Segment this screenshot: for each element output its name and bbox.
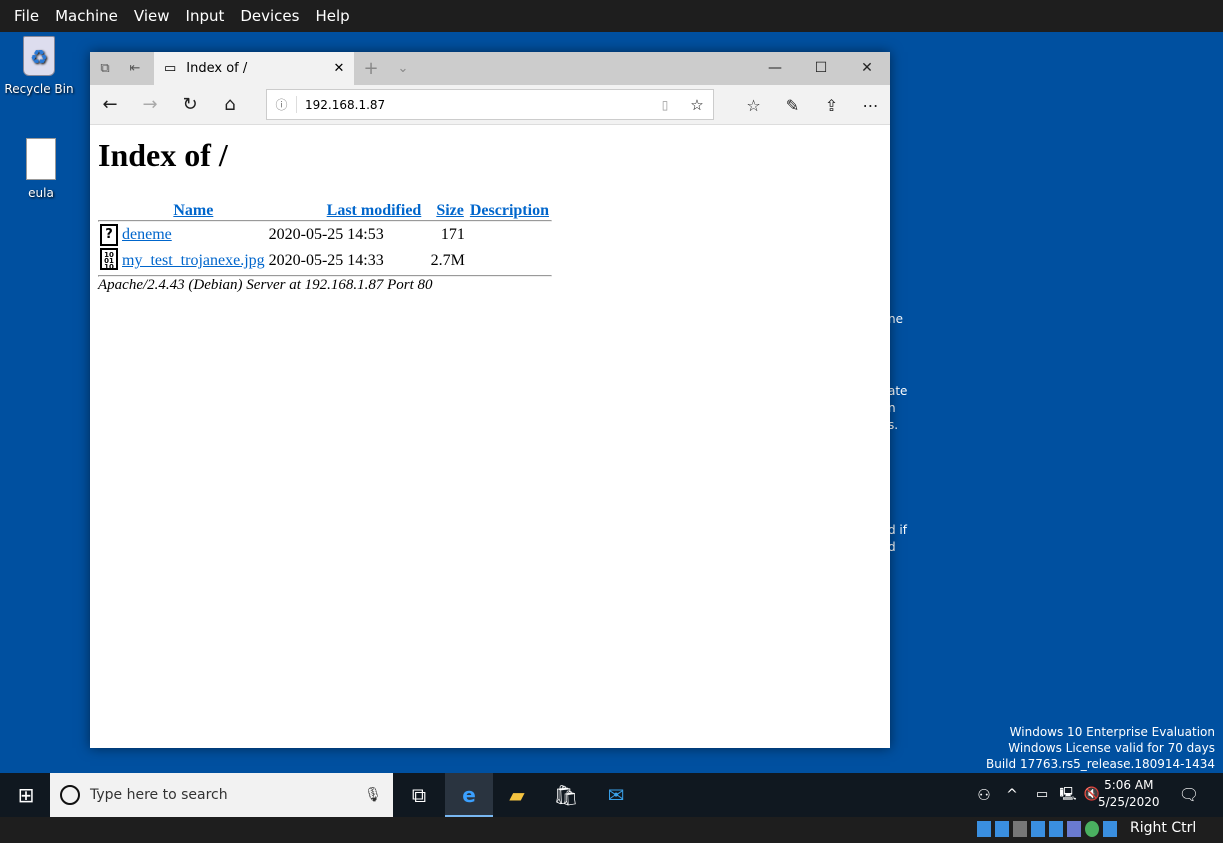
new-tab-icon[interactable]: + (356, 58, 386, 79)
hard-disk-icon[interactable] (977, 821, 991, 837)
forward-icon[interactable]: → (130, 94, 170, 115)
maximize-icon[interactable]: ☐ (798, 52, 844, 85)
battery-icon[interactable]: ▭ (1030, 773, 1054, 817)
shared-folder-icon[interactable] (1013, 821, 1027, 837)
vm-menubar: File Machine View Input Devices Help (0, 0, 1223, 32)
start-windows-icon[interactable]: ⊞ (2, 773, 50, 817)
tab-bar: ⧉ ⇤ ▭ Index of / ✕ + ⌄ — ☐ ✕ (90, 52, 890, 85)
description-cell (467, 222, 552, 247)
edge-browser-window: ⧉ ⇤ ▭ Index of / ✕ + ⌄ — ☐ ✕ ← → ↻ ⌂ ⓘ 192… (90, 52, 890, 748)
virtualbox-status-bar: Right Ctrl (0, 817, 1223, 843)
menu-machine[interactable]: Machine (47, 7, 126, 25)
keyboard-capture-icon[interactable] (1103, 821, 1117, 837)
desktop-icon-recycle-bin[interactable]: ♻ Recycle Bin (2, 36, 76, 96)
menu-devices[interactable]: Devices (232, 7, 307, 25)
table-row: ? deneme 2020-05-25 14:53 171 (98, 222, 552, 247)
edge-taskbar-icon[interactable]: e (445, 773, 493, 817)
size-cell: 171 (440, 225, 465, 243)
unknown-file-icon: ? (100, 223, 118, 246)
nav-bar: ← → ↻ ⌂ ⓘ 192.168.1.87 ▯ ☆ ☆ ✎ ⇪ ⋯ (90, 85, 890, 125)
file-link[interactable]: my_test_trojanexe.jpg (122, 252, 265, 269)
watermark-line: Windows 10 Enterprise Evaluation (1009, 725, 1215, 739)
guest-additions-icon[interactable] (1085, 821, 1099, 837)
hidden-text-fragment: d if (888, 523, 907, 537)
favorite-star-icon[interactable]: ☆ (681, 96, 713, 114)
cortana-circle-icon (60, 785, 80, 805)
page-title: Index of / (98, 137, 228, 173)
description-cell (467, 247, 552, 275)
sort-size-link[interactable]: Size (436, 202, 464, 219)
sort-name-link[interactable]: Name (173, 202, 213, 219)
modified-cell: 2020-05-25 14:33 (268, 252, 384, 269)
network-icon[interactable]: 🖳 (1056, 773, 1080, 817)
chevron-down-icon[interactable]: ⌄ (388, 61, 418, 76)
menu-help[interactable]: Help (307, 7, 357, 25)
hidden-text-fragment: ate (888, 384, 908, 398)
sort-modified-link[interactable]: Last modified (327, 202, 422, 219)
tab-index[interactable]: ▭ Index of / ✕ (154, 52, 354, 85)
date: 5/25/2020 (1098, 795, 1160, 809)
size-cell: 2.7M (430, 252, 465, 269)
microphone-icon[interactable]: 🎙 (353, 787, 393, 803)
menu-input[interactable]: Input (178, 7, 233, 25)
address-bar[interactable]: ⓘ 192.168.1.87 ▯ ☆ (266, 89, 714, 120)
text-file-shortcut-icon (26, 138, 56, 180)
page-content: Index of / Name Last modified Size Descr… (90, 125, 890, 302)
eula-label: eula (28, 186, 54, 200)
share-icon[interactable]: ⇪ (812, 96, 851, 115)
search-placeholder: Type here to search (90, 787, 228, 803)
clock[interactable]: 5:06 AM 5/25/2020 (1098, 777, 1160, 811)
host-key-label: Right Ctrl (1130, 820, 1197, 836)
home-icon[interactable]: ⌂ (210, 94, 250, 115)
url-text[interactable]: 192.168.1.87 (305, 98, 649, 112)
vbox-device-icons (977, 821, 1117, 837)
menu-file[interactable]: File (6, 7, 47, 25)
show-hidden-icons-chevron[interactable]: ^ (1000, 773, 1024, 817)
capture-icon[interactable] (1049, 821, 1063, 837)
back-icon[interactable]: ← (90, 94, 130, 115)
vt-x-icon[interactable] (1067, 821, 1081, 837)
file-link[interactable]: deneme (122, 226, 172, 243)
set-aside-tabs-icon[interactable]: ⇤ (120, 61, 150, 76)
desktop-icon-eula[interactable]: eula (4, 138, 78, 200)
taskbar: ⊞ Type here to search 🎙 ⧉ e ▰ 🛍 ✉ ⚇ ^ ▭ … (0, 773, 1223, 817)
file-explorer-icon[interactable]: ▰ (493, 773, 541, 817)
reading-view-icon[interactable]: ▯ (649, 98, 681, 112)
close-tab-icon[interactable]: ✕ (324, 61, 354, 76)
watermark-line: Windows License valid for 70 days (1008, 741, 1215, 755)
action-center-icon[interactable]: 🗨 (1165, 773, 1213, 817)
time: 5:06 AM (1104, 778, 1154, 792)
refresh-icon[interactable]: ↻ (170, 94, 210, 115)
page-icon: ▭ (164, 61, 177, 76)
recycle-bin-icon: ♻ (23, 36, 55, 76)
directory-listing: Name Last modified Size Description ? de… (98, 202, 552, 277)
binary-file-icon: 10 01 10 (100, 248, 118, 271)
close-icon[interactable]: ✕ (844, 52, 890, 85)
minimize-icon[interactable]: — (752, 52, 798, 85)
windows-watermark: Windows 10 Enterprise Evaluation Windows… (986, 724, 1215, 772)
more-icon[interactable]: ⋯ (851, 96, 890, 115)
modified-cell: 2020-05-25 14:53 (268, 225, 384, 243)
hidden-text-fragment: ne (888, 312, 903, 326)
favorites-icon[interactable]: ☆ (734, 96, 773, 115)
network-adapter-icon[interactable] (995, 821, 1009, 837)
sort-description-link[interactable]: Description (470, 202, 549, 219)
display-icon[interactable] (1031, 821, 1045, 837)
task-view-icon[interactable]: ⧉ (395, 773, 443, 817)
tab-title: Index of / (186, 61, 248, 76)
store-icon[interactable]: 🛍 (542, 773, 590, 817)
tab-preview-icon[interactable]: ⧉ (90, 61, 120, 76)
recycle-bin-label: Recycle Bin (4, 82, 74, 96)
mail-icon[interactable]: ✉ (592, 773, 640, 817)
menu-view[interactable]: View (126, 7, 178, 25)
notes-pen-icon[interactable]: ✎ (773, 96, 812, 115)
server-signature: Apache/2.4.43 (Debian) Server at 192.168… (98, 277, 433, 293)
watermark-line: Build 17763.rs5_release.180914-1434 (986, 757, 1215, 771)
search-box[interactable]: Type here to search 🎙 (50, 773, 393, 817)
info-icon[interactable]: ⓘ (267, 96, 297, 113)
table-row: 10 01 10 my_test_trojanexe.jpg 2020-05-25 … (98, 247, 552, 275)
